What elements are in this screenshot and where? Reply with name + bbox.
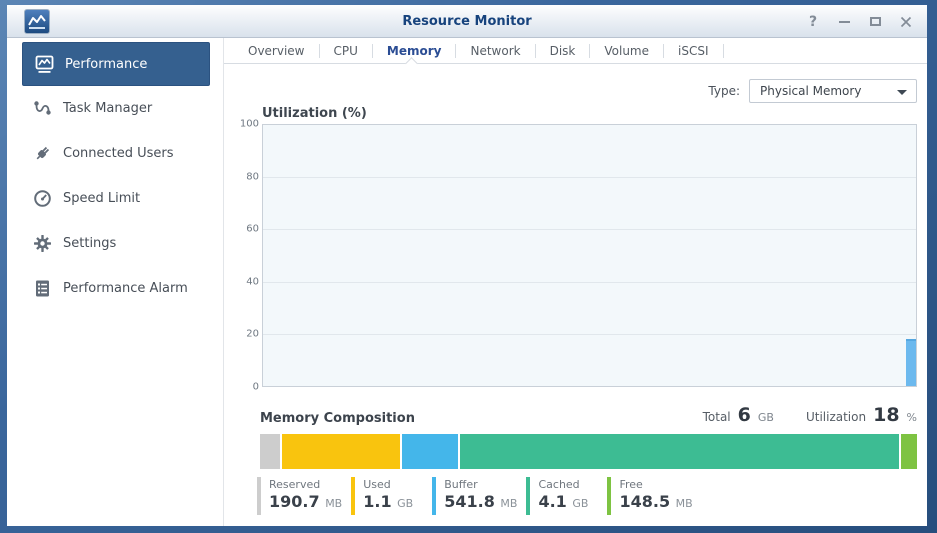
utilization-label: Utilization — [805, 410, 867, 424]
y-tick-label: 20 — [246, 328, 259, 340]
performance-chart-icon — [35, 55, 54, 74]
close-icon[interactable] — [899, 15, 913, 29]
sidebar-item-speed-limit[interactable]: Speed Limit — [7, 176, 223, 221]
legend-item-buffer: Buffer 541.8 MB — [432, 477, 517, 515]
sidebar-item-label: Speed Limit — [63, 191, 141, 206]
legend-item-free: Free 148.5 MB — [607, 477, 693, 515]
sidebar-item-label: Performance Alarm — [63, 281, 188, 296]
speedometer-icon — [33, 189, 52, 208]
type-dropdown-value: Physical Memory — [760, 84, 862, 98]
tab-separator — [722, 43, 724, 58]
type-dropdown[interactable]: Physical Memory — [749, 79, 917, 103]
alarm-list-icon — [33, 279, 52, 298]
memory-composition-bar — [260, 434, 917, 469]
resource-monitor-window: Resource Monitor ? Performance Task Mana… — [0, 0, 937, 533]
gridline — [263, 281, 916, 283]
utilization-bar — [906, 339, 916, 386]
task-manager-icon — [33, 99, 52, 118]
tab-iscsi[interactable]: iSCSI — [664, 38, 723, 64]
maximize-icon[interactable] — [868, 15, 882, 29]
utilization-unit: % — [906, 411, 917, 424]
sidebar-item-performance[interactable]: Performance — [22, 42, 210, 86]
total-value: 6 — [737, 404, 751, 426]
tab-network[interactable]: Network — [456, 38, 534, 64]
memory-legend: Reserved 190.7 MB Used 1.1 GB Buffer 541… — [257, 477, 917, 515]
tab-disk[interactable]: Disk — [536, 38, 590, 64]
chevron-down-icon — [897, 90, 907, 95]
utilization-chart: Utilization (%) 100 80 60 40 20 0 — [240, 106, 917, 393]
y-tick-label: 80 — [246, 171, 259, 183]
memory-segment-used — [281, 434, 400, 469]
legend-item-reserved: Reserved 190.7 MB — [257, 477, 342, 515]
legend-item-used: Used 1.1 GB — [351, 477, 423, 515]
main-content: Overview CPU Memory Network Disk Volume … — [224, 38, 927, 526]
type-selector-row: Type: Physical Memory — [224, 79, 917, 103]
gridline — [263, 177, 916, 179]
tab-cpu[interactable]: CPU — [320, 38, 372, 64]
plug-icon — [33, 144, 52, 163]
y-axis: 100 80 60 40 20 0 — [240, 119, 262, 393]
tab-bar: Overview CPU Memory Network Disk Volume … — [224, 38, 927, 70]
sidebar-item-task-manager[interactable]: Task Manager — [7, 86, 223, 131]
tab-volume[interactable]: Volume — [590, 38, 663, 64]
chart-plot-area — [262, 124, 917, 387]
sidebar-item-connected-users[interactable]: Connected Users — [7, 131, 223, 176]
sidebar-item-settings[interactable]: Settings — [7, 221, 223, 266]
gridline — [263, 229, 916, 231]
gear-icon — [33, 234, 52, 253]
app-icon — [24, 9, 50, 34]
window-controls: ? — [806, 5, 913, 38]
sidebar-item-label: Settings — [63, 236, 117, 251]
memory-stats: Total 6 GB Utilization 18 % — [703, 404, 917, 426]
window-title: Resource Monitor — [402, 14, 532, 29]
memory-segment-cached — [460, 434, 900, 469]
sidebar-item-label: Task Manager — [63, 101, 153, 116]
memory-segment-reserved — [260, 434, 280, 469]
memory-segment-free — [901, 434, 917, 469]
y-tick-label: 60 — [246, 223, 259, 235]
sidebar: Performance Task Manager Connected Users… — [7, 38, 224, 526]
gridline — [263, 333, 916, 335]
chart-title: Utilization (%) — [262, 106, 367, 121]
total-label: Total — [702, 410, 731, 424]
help-icon[interactable]: ? — [806, 14, 820, 30]
sidebar-item-label: Connected Users — [63, 146, 174, 161]
memory-composition-header: Memory Composition Total 6 GB Utilizatio… — [260, 404, 917, 426]
y-tick-label: 40 — [246, 276, 259, 288]
y-tick-label: 100 — [239, 118, 259, 130]
memory-composition-title: Memory Composition — [260, 411, 415, 426]
total-unit: GB — [757, 411, 774, 424]
type-label: Type: — [708, 84, 740, 98]
tab-overview[interactable]: Overview — [234, 38, 319, 64]
sidebar-item-performance-alarm[interactable]: Performance Alarm — [7, 266, 223, 311]
sidebar-item-label: Performance — [65, 56, 148, 72]
y-tick-label: 0 — [252, 381, 259, 393]
legend-item-cached: Cached 4.1 GB — [526, 477, 598, 515]
minimize-icon[interactable] — [837, 15, 851, 29]
window-body: Performance Task Manager Connected Users… — [7, 38, 927, 526]
memory-segment-buffer — [401, 434, 459, 469]
titlebar: Resource Monitor ? — [7, 5, 927, 38]
utilization-value: 18 — [873, 404, 900, 426]
